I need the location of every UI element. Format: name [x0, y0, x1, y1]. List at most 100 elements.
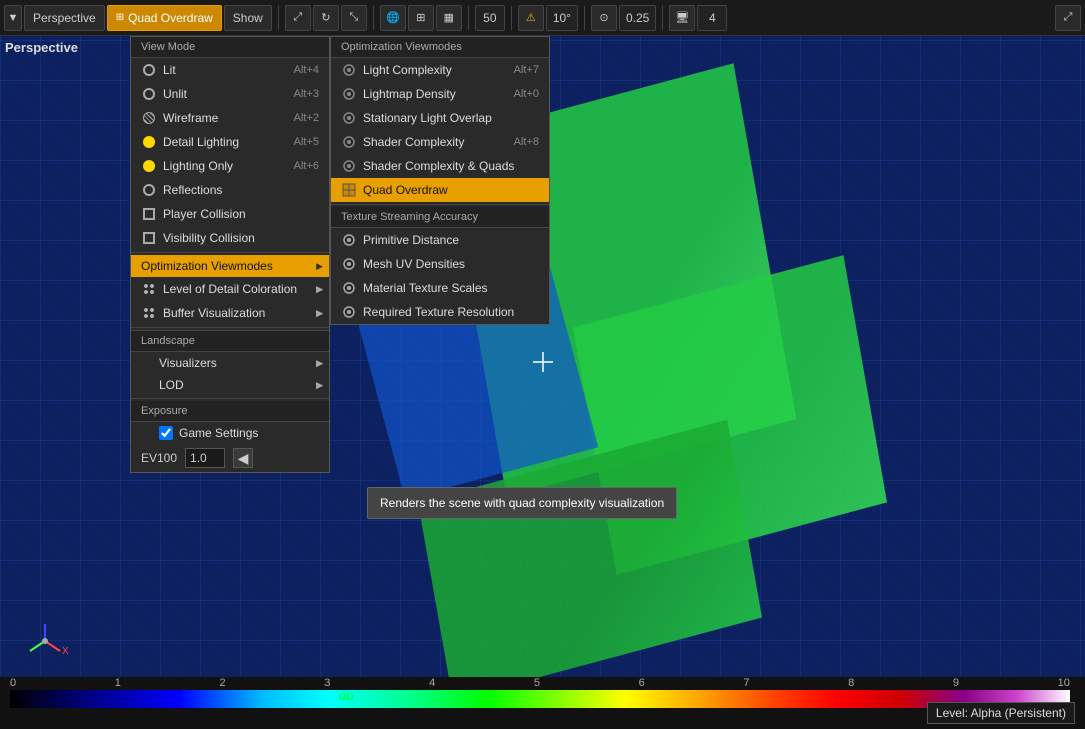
primitive-distance-icon — [341, 232, 357, 248]
menu-item-lighting-only[interactable]: Lighting Only Alt+6 — [131, 154, 329, 178]
lighting-only-label: Lighting Only — [163, 159, 233, 173]
light-complexity-shortcut: Alt+7 — [514, 64, 539, 76]
menu-item-lod-coloration[interactable]: Level of Detail Coloration ▶ — [131, 277, 329, 301]
grid-icon-btn[interactable]: ▦ — [436, 5, 462, 31]
menu-item-stationary-light[interactable]: Stationary Light Overlap — [331, 106, 549, 130]
sep5 — [584, 6, 585, 30]
lod-coloration-label: Level of Detail Coloration — [163, 282, 297, 296]
game-settings-row[interactable]: Game Settings — [131, 422, 329, 444]
sep2 — [373, 6, 374, 30]
quad-icon-toolbar: ⊞ — [116, 12, 124, 23]
shader-quads-icon — [341, 158, 357, 174]
game-settings-checkbox[interactable] — [159, 426, 173, 440]
opt-submenu: Optimization Viewmodes Light Complexity … — [330, 36, 550, 325]
magnet-icon-btn[interactable]: ⊙ — [591, 5, 617, 31]
globe-icon-btn[interactable]: 🌐 — [380, 5, 406, 31]
menu-item-lit[interactable]: Lit Alt+4 — [131, 58, 329, 82]
grad-num-10: 10 — [1058, 677, 1070, 689]
menu-item-optimization[interactable]: Optimization Viewmodes ▶ — [131, 255, 329, 277]
menu-item-reflections[interactable]: Reflections — [131, 178, 329, 202]
detail-lighting-shortcut: Alt+5 — [294, 136, 319, 148]
menu-item-wireframe[interactable]: Wireframe Alt+2 — [131, 106, 329, 130]
scale-field[interactable]: 0.25 — [619, 5, 656, 31]
menu-item-buffer-viz[interactable]: Buffer Visualization ▶ — [131, 301, 329, 325]
grad-num-2: 2 — [220, 677, 226, 689]
light-complexity-icon — [341, 62, 357, 78]
menu-item-lod[interactable]: LOD ▶ — [131, 374, 329, 396]
sep6 — [662, 6, 663, 30]
expand-icon: ⤢ — [1064, 11, 1073, 24]
chevron-down-icon: ▼ — [8, 12, 19, 24]
ev100-row: EV100 ◀ — [131, 444, 329, 472]
menu-item-primitive-distance[interactable]: Primitive Distance — [331, 228, 549, 252]
menu-item-shader-complexity-quads[interactable]: Shader Complexity & Quads — [331, 154, 549, 178]
scale-icon-btn[interactable]: ⤡ — [341, 5, 367, 31]
view-mode-header: View Mode — [131, 37, 329, 58]
lod-arrow: ▶ — [316, 284, 323, 295]
scale-icon-btn-icon: ⤡ — [349, 11, 358, 24]
quad-overdraw-menu-icon — [341, 182, 357, 198]
lod-arrow2: ▶ — [316, 380, 323, 391]
primitive-distance-label: Primitive Distance — [363, 233, 459, 247]
gradient-bar: OD — [10, 689, 1070, 709]
detail-lighting-icon — [141, 134, 157, 150]
menu-item-player-collision[interactable]: Player Collision — [131, 202, 329, 226]
angle-value: 10° — [553, 11, 571, 25]
expand-icon-btn[interactable]: ⤢ — [1055, 5, 1081, 31]
menu-item-light-complexity[interactable]: Light Complexity Alt+7 — [331, 58, 549, 82]
grad-num-9: 9 — [953, 677, 959, 689]
texture-divider — [331, 204, 549, 205]
menu-item-material-texture[interactable]: Material Texture Scales — [331, 276, 549, 300]
lit-icon — [141, 62, 157, 78]
scale-value: 0.25 — [626, 11, 649, 25]
menu-item-mesh-uv[interactable]: Mesh UV Densities — [331, 252, 549, 276]
od-label: OD — [339, 692, 354, 703]
visualizers-label: Visualizers — [141, 356, 217, 370]
ev100-slider[interactable]: ◀ — [233, 448, 253, 468]
menu-item-detail-lighting[interactable]: Detail Lighting Alt+5 — [131, 130, 329, 154]
rotate-icon-btn[interactable]: ↻ — [313, 5, 339, 31]
reflections-icon — [141, 182, 157, 198]
menu-item-shader-complexity[interactable]: Shader Complexity Alt+8 — [331, 130, 549, 154]
stationary-light-label: Stationary Light Overlap — [363, 111, 492, 125]
layout-icon-btn[interactable]: ⊞ — [408, 5, 434, 31]
mesh-uv-label: Mesh UV Densities — [363, 257, 465, 271]
required-texture-label: Required Texture Resolution — [363, 305, 514, 319]
viewport-dropdown-btn[interactable]: ▼ — [4, 5, 22, 31]
move-icon-btn[interactable]: ⤢ — [285, 5, 311, 31]
grad-num-0: 0 — [10, 677, 16, 689]
menu-item-unlit[interactable]: Unlit Alt+3 — [131, 82, 329, 106]
toolbar: ▼ Perspective ⊞ Quad Overdraw Show ⤢ ↻ ⤡… — [0, 0, 1085, 36]
angle-field[interactable]: 10° — [546, 5, 578, 31]
player-collision-label: Player Collision — [163, 207, 246, 221]
menu-item-lightmap-density[interactable]: Lightmap Density Alt+0 — [331, 82, 549, 106]
visibility-collision-label: Visibility Collision — [163, 231, 255, 245]
opt-submenu-header: Optimization Viewmodes — [331, 37, 549, 58]
reflections-label: Reflections — [163, 183, 222, 197]
perspective-label-toolbar: Perspective — [33, 11, 96, 25]
speed-field[interactable]: 50 — [475, 5, 505, 31]
menu-item-visualizers[interactable]: Visualizers ▶ — [131, 352, 329, 374]
level-indicator: Level: Alpha (Persistent) — [927, 702, 1075, 724]
tooltip: Renders the scene with quad complexity v… — [367, 487, 677, 519]
display-number[interactable]: 4 — [697, 5, 727, 31]
perspective-btn[interactable]: Perspective — [24, 5, 105, 31]
warning-icon-btn[interactable]: ⚠ — [518, 5, 544, 31]
quad-overdraw-btn[interactable]: ⊞ Quad Overdraw — [107, 5, 222, 31]
display-icon-btn[interactable]: 🖥 — [669, 5, 695, 31]
tooltip-text: Renders the scene with quad complexity v… — [380, 496, 664, 510]
display-value: 4 — [709, 11, 716, 25]
ev100-input[interactable] — [185, 448, 225, 468]
svg-text:X: X — [62, 646, 69, 657]
buffer-viz-icon — [141, 305, 157, 321]
menu-item-required-texture[interactable]: Required Texture Resolution — [331, 300, 549, 324]
unlit-shortcut: Alt+3 — [294, 88, 319, 100]
menu-item-visibility-collision[interactable]: Visibility Collision — [131, 226, 329, 250]
menu-item-quad-overdraw[interactable]: Quad Overdraw — [331, 178, 549, 202]
wireframe-shortcut: Alt+2 — [294, 112, 319, 124]
material-texture-icon — [341, 280, 357, 296]
shader-complexity-shortcut: Alt+8 — [514, 136, 539, 148]
show-btn[interactable]: Show — [224, 5, 272, 31]
wireframe-label: Wireframe — [163, 111, 218, 125]
lightmap-density-shortcut: Alt+0 — [514, 88, 539, 100]
